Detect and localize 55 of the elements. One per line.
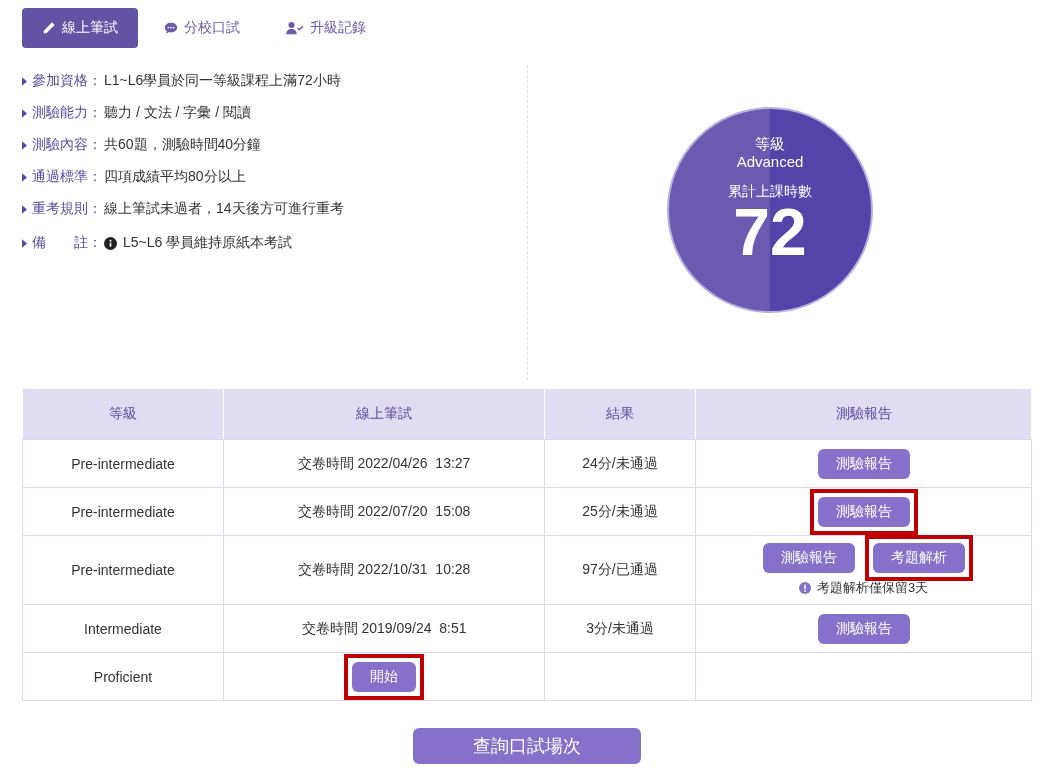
info-text: 四項成績平均80分以上: [104, 168, 246, 186]
caret-icon: [22, 204, 27, 214]
info-label: 測驗能力：: [32, 104, 102, 122]
caret-icon: [22, 140, 27, 150]
info-text: L1~L6學員於同一等級課程上滿72小時: [104, 72, 341, 90]
table-cell: 交卷時間 2022/04/26 13:27: [223, 439, 545, 488]
tab[interactable]: 升級記錄: [266, 8, 386, 48]
table-cell: 交卷時間 2022/07/20 15:08: [223, 487, 545, 536]
info-label: 參加資格：: [32, 72, 102, 90]
exclamation-icon: [798, 582, 811, 594]
column-header: 等級: [22, 388, 224, 440]
table-cell: 24分/未通過: [544, 439, 696, 488]
caret-icon: [22, 238, 27, 248]
query-button[interactable]: 查詢口試場次: [413, 728, 641, 764]
report-button[interactable]: 測驗報告: [817, 448, 910, 479]
info-label: 通過標準：: [32, 168, 102, 186]
report-button[interactable]: 測驗報告: [762, 543, 855, 573]
info-label: 重考規則：: [32, 200, 102, 218]
table-cell: 25分/未通過: [544, 487, 696, 536]
report-button[interactable]: 測驗報告: [817, 613, 910, 644]
level-label: 等級: [755, 135, 785, 153]
chat-bubble-icon: [164, 21, 178, 35]
table-cell: Proficient: [22, 652, 224, 701]
info-label: 備 註：: [32, 234, 102, 252]
tab[interactable]: 分校口試: [144, 8, 260, 48]
caret-icon: [22, 108, 27, 118]
column-header: 測驗報告: [695, 388, 1032, 440]
table-cell: 97分/已通過: [544, 535, 696, 605]
info-text: 線上筆試未過者，14天後方可進行重考: [104, 200, 344, 218]
column-header: 結果: [544, 388, 696, 440]
caret-icon: [22, 76, 27, 86]
hours-value: 72: [733, 201, 807, 263]
level-value: Advanced: [736, 153, 804, 171]
hours-label: 累計上課時數: [728, 183, 812, 201]
info-icon: [104, 236, 117, 250]
table-cell: Intermediate: [22, 604, 224, 653]
caret-icon: [22, 172, 27, 182]
table-cell: Pre-intermediate: [22, 439, 224, 488]
info-text: 共60題，測驗時間40分鐘: [104, 136, 262, 154]
table-cell: 交卷時間 2022/10/31 10:28: [223, 535, 545, 605]
tab[interactable]: 線上筆試: [22, 8, 138, 48]
info-text: L5~L6 學員維持原紙本考試: [123, 234, 293, 252]
table-cell: 交卷時間 2019/09/24 8:51: [223, 604, 545, 653]
table-cell: Pre-intermediate: [22, 535, 224, 605]
info-label: 測驗內容：: [32, 136, 102, 154]
report-button[interactable]: 考題解析: [872, 543, 965, 573]
user-check-icon: [286, 21, 304, 35]
table-cell: Pre-intermediate: [22, 487, 224, 536]
pencil-icon: [42, 21, 56, 35]
start-button[interactable]: 開始: [352, 661, 416, 692]
report-button[interactable]: 測驗報告: [817, 496, 910, 527]
info-text: 聽力 / 文法 / 字彙 / 閱讀: [104, 104, 251, 122]
note-text: 考題解析僅保留3天: [816, 579, 929, 597]
table-cell: 3分/未通過: [544, 604, 696, 653]
column-header: 線上筆試: [223, 388, 545, 440]
